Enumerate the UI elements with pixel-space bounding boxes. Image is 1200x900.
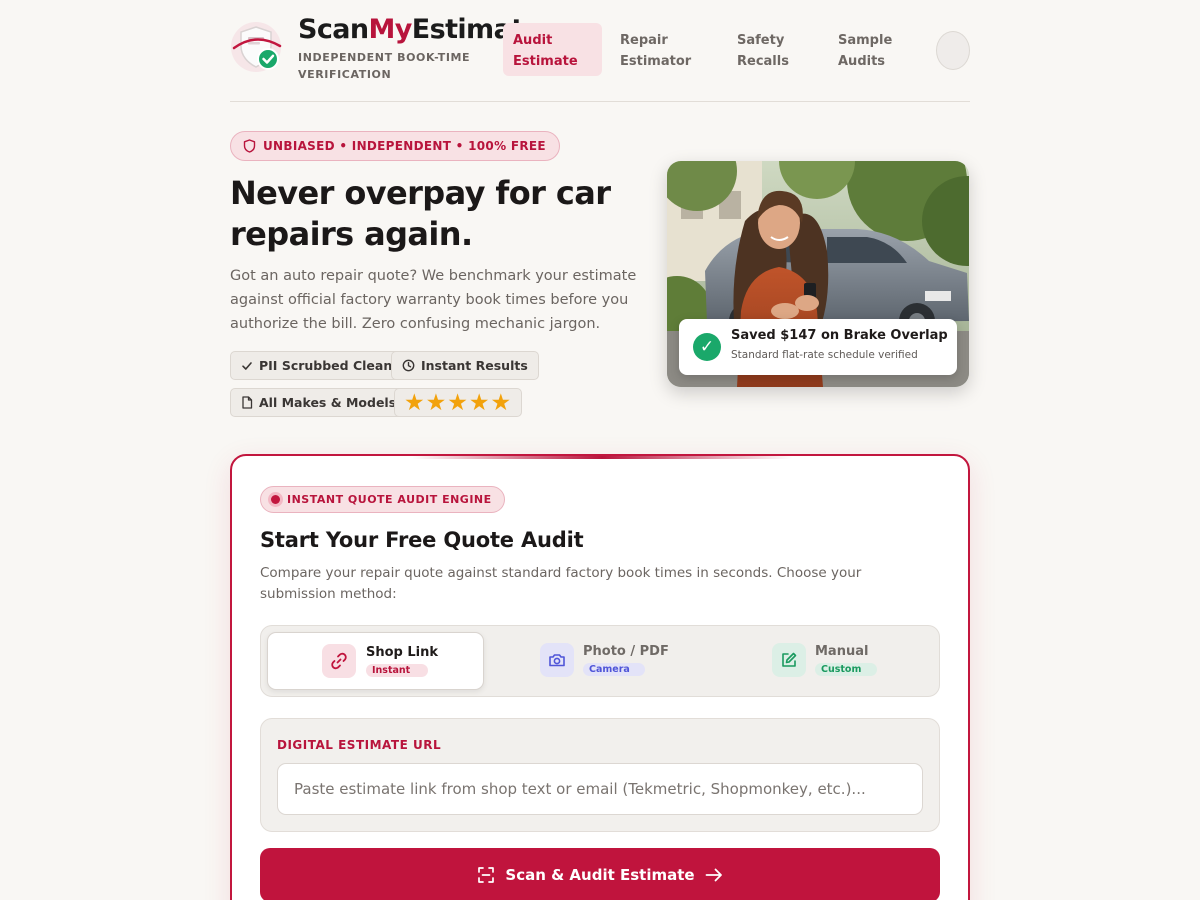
engine-badge-label: INSTANT QUOTE AUDIT ENGINE: [287, 493, 492, 506]
chip-makes-label: All Makes & Models: [259, 395, 397, 410]
site-header: ScanMyEstimate INDEPENDENT BOOK-TIME VER…: [230, 0, 970, 102]
status-dot-icon: [271, 495, 280, 504]
audit-card-title: Start Your Free Quote Audit: [260, 528, 584, 552]
check-circle-icon: ✓: [693, 333, 721, 361]
scan-icon: [478, 867, 495, 883]
savings-title: Saved $147 on Brake Overlap: [731, 328, 948, 343]
trust-pill-label: UNBIASED • INDEPENDENT • 100% FREE: [263, 139, 546, 153]
check-icon: [242, 361, 252, 370]
shield-icon: [243, 139, 256, 153]
chip-pii-scrubbed: PII Scrubbed Clean: [230, 351, 404, 380]
trust-pill: UNBIASED • INDEPENDENT • 100% FREE: [230, 131, 560, 161]
clock-icon: [402, 359, 415, 372]
tab-manual-label: Manual: [815, 644, 869, 659]
chip-instant-label: Instant Results: [421, 358, 528, 373]
star-rating-icon: ★★★★★: [404, 389, 513, 416]
estimate-url-label: DIGITAL ESTIMATE URL: [277, 738, 442, 752]
tab-manual-badge: Custom: [815, 663, 877, 676]
tab-shop-link-badge: Instant: [366, 664, 428, 677]
hero-photo: ✓ Saved $147 on Brake Overlap Standard f…: [667, 161, 969, 387]
submission-method-tabs: Shop Link Instant Photo / PDF Camera Man…: [260, 625, 940, 697]
estimate-url-input[interactable]: [277, 763, 923, 815]
audit-card-description: Compare your repair quote against standa…: [260, 565, 862, 602]
savings-subtitle: Standard flat-rate schedule verified: [731, 349, 918, 361]
camera-icon: [540, 643, 574, 677]
nav-safety-recalls[interactable]: Safety Recalls: [727, 23, 807, 76]
engine-badge: INSTANT QUOTE AUDIT ENGINE: [260, 486, 505, 513]
chip-pii-label: PII Scrubbed Clean: [259, 358, 393, 373]
card-accent-bar: [412, 456, 792, 459]
tab-photo-pdf-label: Photo / PDF: [583, 644, 669, 659]
tab-shop-link[interactable]: Shop Link Instant: [267, 632, 484, 690]
link-icon: [322, 644, 356, 678]
scan-audit-button[interactable]: Scan & Audit Estimate: [260, 848, 940, 900]
account-avatar[interactable]: [936, 31, 970, 70]
nav-audit-estimate[interactable]: Audit Estimate: [503, 23, 602, 76]
savings-card: ✓ Saved $147 on Brake Overlap Standard f…: [679, 319, 957, 375]
tab-photo-pdf[interactable]: Photo / PDF Camera: [490, 632, 707, 690]
brand-tagline: INDEPENDENT BOOK-TIME VERIFICATION: [298, 51, 471, 81]
estimate-url-panel: DIGITAL ESTIMATE URL: [260, 718, 940, 832]
hero-description: Got an auto repair quote? We benchmark y…: [230, 268, 637, 332]
document-icon: [242, 396, 253, 409]
chip-star-rating: ★★★★★: [394, 388, 523, 417]
shield-check-logo-icon[interactable]: [230, 20, 286, 76]
tab-shop-link-label: Shop Link: [366, 645, 439, 660]
tab-manual[interactable]: Manual Custom: [716, 632, 933, 690]
chip-all-makes: All Makes & Models: [230, 388, 408, 417]
arrow-right-icon: [705, 868, 722, 882]
tab-photo-pdf-badge: Camera: [583, 663, 645, 676]
nav-repair-estimator[interactable]: Repair Estimator: [610, 23, 710, 76]
chip-instant-results: Instant Results: [391, 351, 539, 380]
scan-audit-button-label: Scan & Audit Estimate: [505, 866, 695, 884]
quote-audit-card: INSTANT QUOTE AUDIT ENGINE Start Your Fr…: [230, 454, 970, 900]
edit-icon: [772, 643, 806, 677]
nav-sample-audits[interactable]: Sample Audits: [828, 23, 908, 76]
hero-title: Never overpay for car repairs again.: [230, 174, 611, 253]
